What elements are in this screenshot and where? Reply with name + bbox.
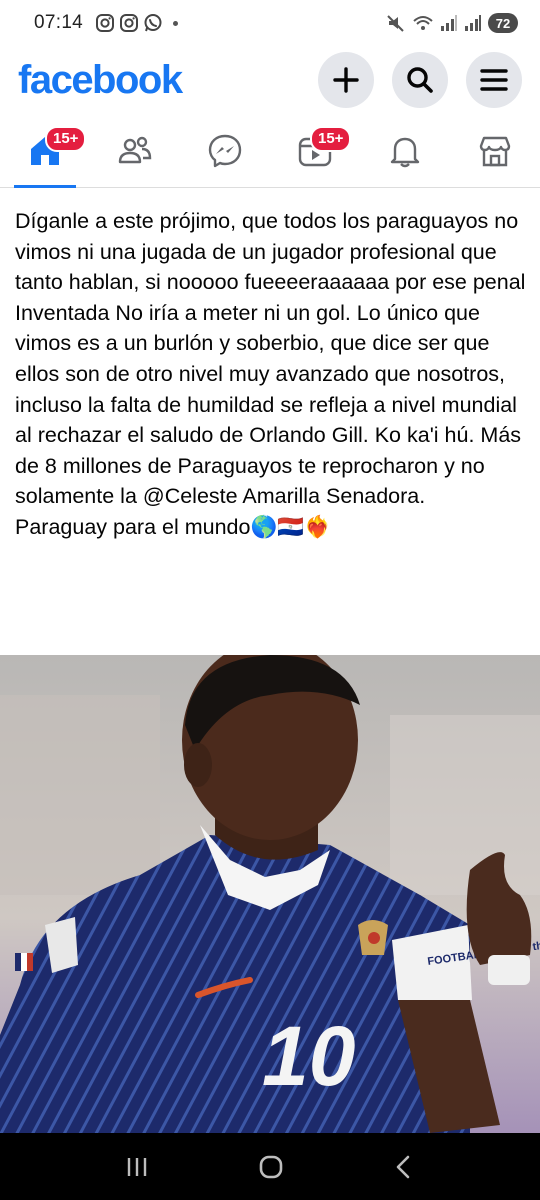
create-button[interactable] — [318, 52, 374, 108]
signal-icon — [441, 15, 457, 31]
wifi-icon — [413, 16, 433, 30]
facebook-logo[interactable]: facebook — [18, 58, 183, 103]
tab-video[interactable]: 15+ — [270, 114, 360, 187]
tab-notifications[interactable] — [360, 114, 450, 187]
mute-icon — [387, 15, 404, 32]
video-notification-badge: 15+ — [310, 126, 352, 152]
friends-icon — [118, 136, 152, 163]
main-nav-tabs: 15+ 15+ — [0, 114, 540, 188]
status-notification-icons — [95, 13, 179, 33]
messenger-icon — [208, 134, 242, 167]
system-navigation-bar — [0, 1133, 540, 1200]
post-photo-image: FOOTBALL UNITES the world 10 — [0, 655, 540, 1133]
back-icon[interactable] — [392, 1154, 416, 1180]
tab-marketplace[interactable] — [450, 114, 540, 187]
home-notification-badge: 15+ — [45, 126, 87, 152]
signal-icon — [465, 15, 481, 31]
menu-button[interactable] — [466, 52, 522, 108]
post-photo[interactable]: FOOTBALL UNITES the world 10 — [0, 655, 540, 1133]
jersey-number: 10 — [262, 1009, 355, 1103]
instagram-icon — [96, 14, 115, 32]
search-icon — [407, 67, 433, 93]
search-button[interactable] — [392, 52, 448, 108]
marketplace-icon — [479, 136, 511, 166]
app-header: facebook — [0, 46, 540, 114]
status-bar: 07:14 72 — [0, 0, 540, 46]
home-icon[interactable] — [258, 1154, 284, 1180]
menu-icon — [480, 69, 508, 91]
recents-icon[interactable] — [124, 1155, 150, 1179]
header-actions — [318, 52, 522, 108]
tab-friends[interactable] — [90, 114, 180, 187]
status-time: 07:14 — [34, 12, 84, 33]
post-body-text: Díganle a este prójimo, que todos los pa… — [15, 209, 526, 539]
tab-home[interactable]: 15+ — [0, 114, 90, 188]
bell-icon — [390, 137, 420, 167]
whatsapp-icon — [144, 14, 162, 32]
instagram-icon — [120, 14, 139, 32]
tab-messenger[interactable] — [180, 114, 270, 187]
battery-indicator: 72 — [488, 13, 518, 33]
status-system-icons: 72 — [386, 13, 518, 33]
more-notifications-dot — [173, 20, 179, 26]
plus-icon — [333, 67, 359, 93]
